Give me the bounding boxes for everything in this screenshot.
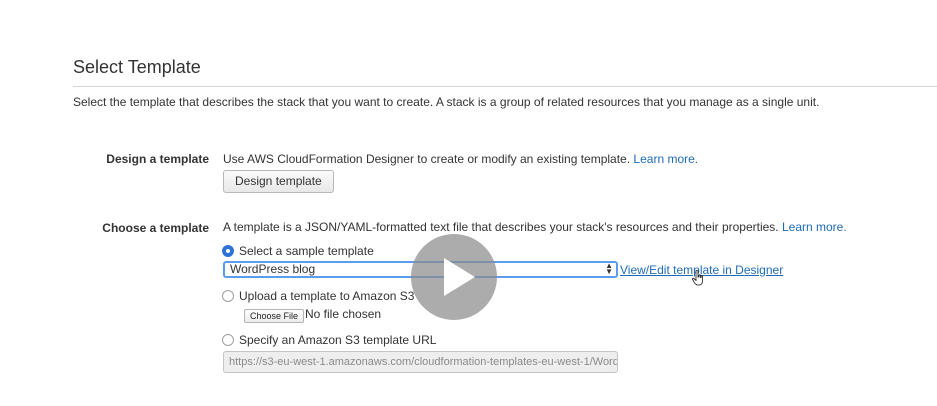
s3-url-input[interactable]: https://s3-eu-west-1.amazonaws.com/cloud… <box>223 351 618 373</box>
choose-template-text: A template is a JSON/YAML-formatted text… <box>223 220 847 234</box>
choose-template-description: A template is a JSON/YAML-formatted text… <box>223 220 779 234</box>
design-template-label: Design a template <box>106 152 209 166</box>
sample-template-radio[interactable] <box>222 245 234 257</box>
s3-url-radio[interactable] <box>222 334 234 346</box>
hand-cursor-icon <box>692 270 703 286</box>
design-learn-more-link[interactable]: Learn more. <box>633 152 698 166</box>
title-divider <box>73 86 937 87</box>
file-status: No file chosen <box>305 307 382 321</box>
select-arrows-icon: ▲ ▼ <box>605 261 613 276</box>
s3-url-option[interactable]: Specify an Amazon S3 template URL <box>222 333 436 347</box>
upload-template-option[interactable]: Upload a template to Amazon S3 <box>222 289 414 303</box>
page: Select Template Select the template that… <box>0 0 937 406</box>
upload-template-label: Upload a template to Amazon S3 <box>239 289 415 303</box>
s3-url-label: Specify an Amazon S3 template URL <box>239 333 437 347</box>
page-title: Select Template <box>73 57 201 77</box>
choose-template-label: Choose a template <box>102 221 209 235</box>
sample-template-select-value: WordPress blog <box>230 262 316 276</box>
choose-learn-more-link[interactable]: Learn more. <box>782 220 847 234</box>
design-template-description: Use AWS CloudFormation Designer to creat… <box>223 152 631 166</box>
sample-template-label: Select a sample template <box>239 244 374 258</box>
page-description: Select the template that describes the s… <box>73 95 820 109</box>
sample-template-option[interactable]: Select a sample template <box>222 244 374 258</box>
design-template-text: Use AWS CloudFormation Designer to creat… <box>223 152 698 166</box>
choose-file-button[interactable]: Choose File <box>244 309 305 323</box>
design-template-button[interactable]: Design template <box>223 170 334 193</box>
play-icon[interactable] <box>411 234 497 320</box>
upload-template-radio[interactable] <box>222 290 234 302</box>
